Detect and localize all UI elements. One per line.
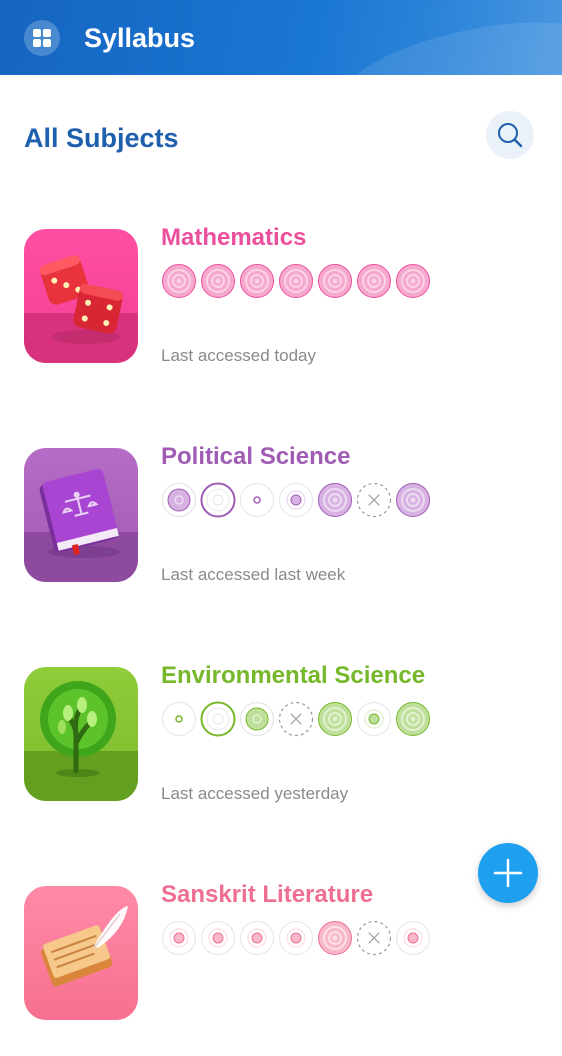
- progress-ring-small: [395, 920, 431, 956]
- progress-ring-full: [396, 264, 430, 298]
- dice-icon: [39, 255, 124, 344]
- subject-name: Sanskrit Literature: [161, 881, 374, 908]
- progress-ring-small: [356, 701, 392, 737]
- progress-ring-small: [200, 920, 236, 956]
- subject-name: Political Science: [161, 443, 351, 470]
- progress-ring-half: [239, 701, 275, 737]
- progress-ring-dot: [239, 482, 275, 518]
- progress-ring-small: [278, 920, 314, 956]
- progress-ring-cross: [356, 920, 392, 956]
- progress-ring-full: [318, 264, 352, 298]
- tree-icon: [40, 681, 116, 777]
- progress-ring-full: [318, 921, 352, 955]
- section-title: All Subjects: [24, 123, 179, 153]
- subject-name: Mathematics: [161, 224, 307, 251]
- progress-ring-full: [240, 264, 274, 298]
- subject-card-environmental-science[interactable]: Environmental Science Last accessed yest…: [0, 662, 562, 837]
- grid-menu-icon[interactable]: [24, 20, 60, 56]
- last-accessed: Last accessed today: [161, 346, 316, 365]
- progress-ring-full: [318, 483, 352, 517]
- progress-ring-small: [278, 482, 314, 518]
- progress-ring-dot: [161, 701, 197, 737]
- progress-ring-full: [357, 264, 391, 298]
- progress-ring-full: [396, 702, 430, 736]
- search-icon: [498, 123, 523, 148]
- app-bar: Syllabus: [0, 0, 562, 75]
- subject-card-mathematics[interactable]: Mathematics Last accessed today: [0, 224, 562, 399]
- progress-rings: [161, 482, 434, 520]
- progress-ring-small: [239, 920, 275, 956]
- progress-ring-full: [318, 702, 352, 736]
- progress-ring-open: [200, 701, 236, 737]
- subject-thumbnail: [24, 229, 138, 363]
- law-book-icon: [39, 468, 120, 558]
- progress-ring-full: [201, 264, 235, 298]
- appbar-decoration: [336, 3, 562, 75]
- progress-ring-cross: [278, 701, 314, 737]
- progress-ring-half: [161, 482, 197, 518]
- progress-ring-cross: [356, 482, 392, 518]
- subject-thumbnail: [24, 667, 138, 801]
- progress-rings: [161, 263, 434, 301]
- app-title: Syllabus: [84, 23, 196, 53]
- subject-card-sanskrit-literature[interactable]: Sanskrit Literature: [0, 881, 562, 1056]
- progress-ring-full: [279, 264, 313, 298]
- progress-rings: [161, 701, 434, 739]
- subject-name: Environmental Science: [161, 662, 426, 689]
- last-accessed: Last accessed last week: [161, 565, 346, 584]
- add-subject-button[interactable]: [478, 843, 538, 903]
- search-button[interactable]: [486, 111, 534, 159]
- progress-ring-full: [162, 264, 196, 298]
- progress-rings: [161, 920, 434, 958]
- plus-icon: [493, 858, 523, 888]
- subject-card-political-science[interactable]: Political Science Last accessed last wee…: [0, 443, 562, 618]
- progress-ring-open: [200, 482, 236, 518]
- last-accessed: Last accessed yesterday: [161, 784, 349, 803]
- progress-ring-full: [396, 483, 430, 517]
- progress-ring-small: [161, 920, 197, 956]
- subject-thumbnail: [24, 448, 138, 582]
